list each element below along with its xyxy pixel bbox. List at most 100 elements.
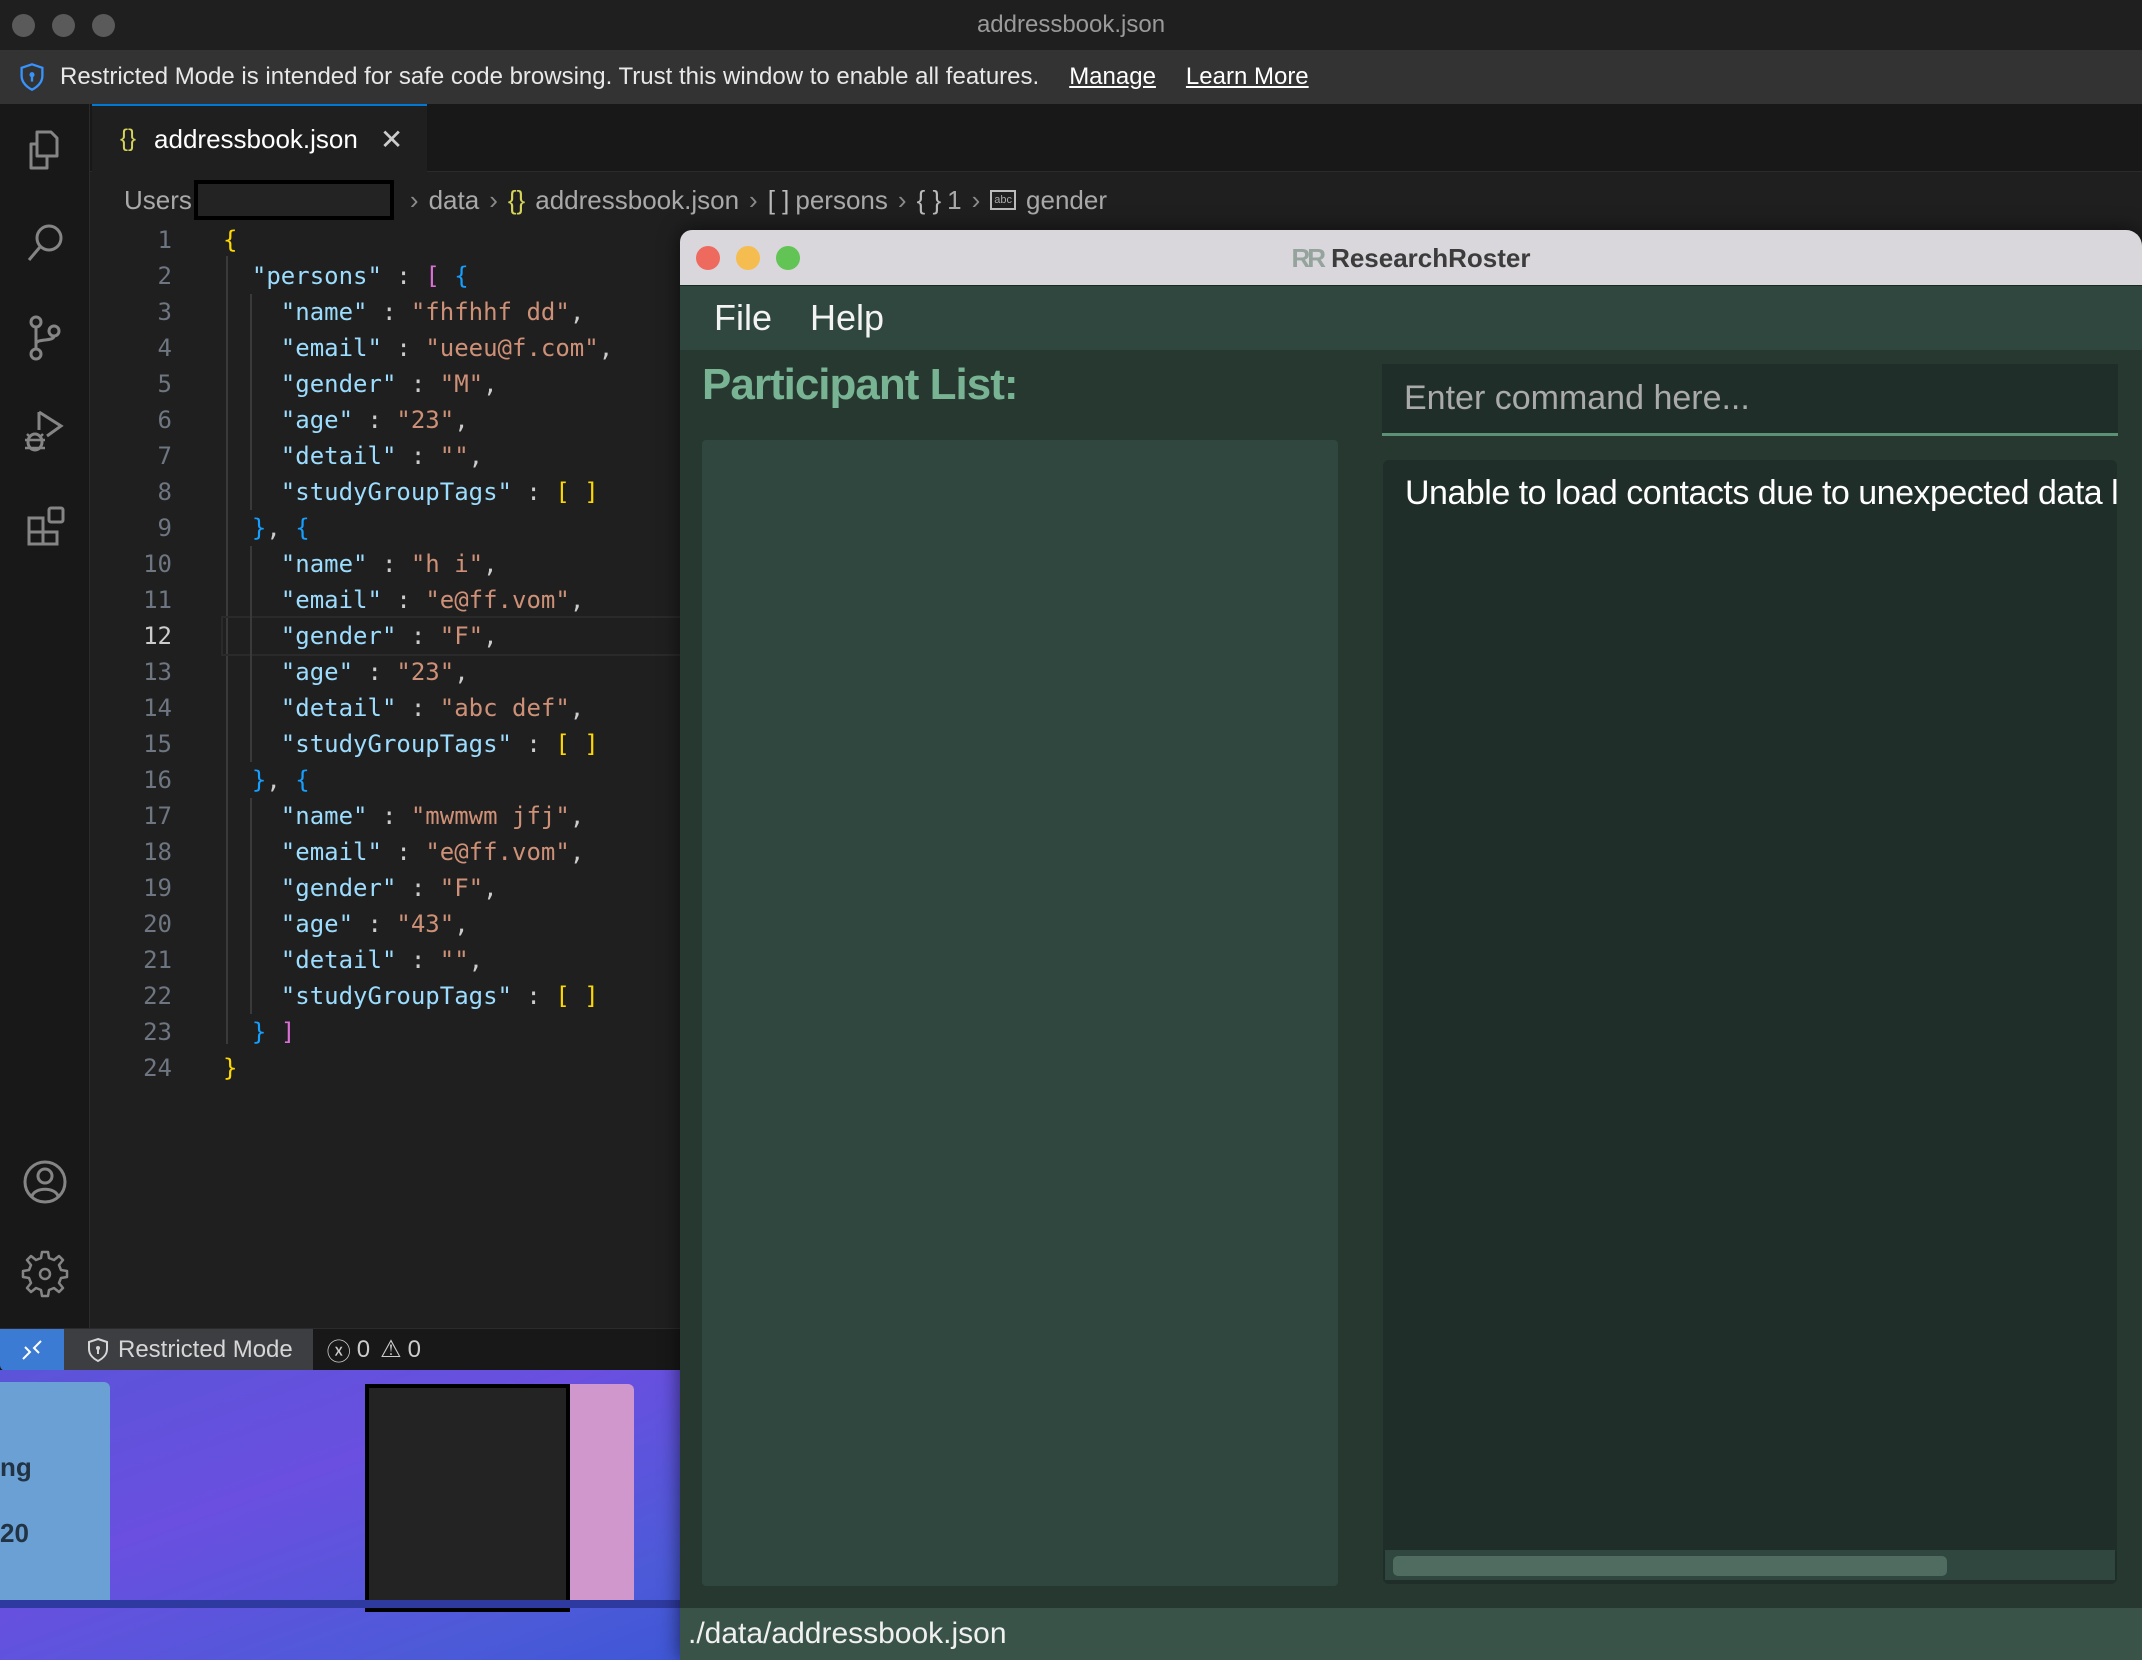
- object-icon: { }: [916, 184, 942, 215]
- run-debug-icon[interactable]: [17, 404, 73, 460]
- array-icon: [ ]: [767, 184, 790, 215]
- researchroster-window: RR ResearchRoster File Help Participant …: [680, 230, 2142, 1660]
- settings-gear-icon[interactable]: [17, 1244, 73, 1300]
- background-text: ng: [0, 1452, 32, 1482]
- line-text: "age" : "23",: [280, 658, 469, 686]
- json-braces-icon: {}: [120, 125, 137, 152]
- line-number: 13: [143, 658, 172, 686]
- line-text: "name" : "fhfhhf dd",: [280, 298, 585, 326]
- line-number: 19: [143, 874, 172, 902]
- error-icon: ⓧ: [326, 1339, 351, 1366]
- horizontal-scrollbar[interactable]: [1385, 1550, 2115, 1580]
- background-text: 20: [0, 1518, 29, 1548]
- line-number: 11: [143, 586, 172, 614]
- app-title: RR ResearchRoster: [680, 230, 2142, 286]
- command-input[interactable]: [1404, 379, 2118, 418]
- window-title: addressbook.json: [976, 11, 1166, 38]
- command-box[interactable]: [1382, 364, 2118, 436]
- line-number: 4: [157, 334, 172, 362]
- line-number: 10: [143, 550, 172, 578]
- warning-count: 0: [407, 1335, 421, 1363]
- source-control-icon[interactable]: [17, 310, 73, 366]
- line-text: }, {: [251, 766, 310, 794]
- indent-guide: [250, 798, 252, 1014]
- breadcrumb: Users › data › {} addressbook.json › [ ]…: [124, 178, 1107, 222]
- line-text: "age" : "23",: [280, 406, 469, 434]
- line-text: "studyGroupTags" : [ ]: [280, 982, 599, 1010]
- warning-icon: ⚠: [380, 1336, 402, 1363]
- search-icon[interactable]: [17, 216, 73, 272]
- json-braces-icon: {}: [507, 184, 526, 215]
- app-status-bar: ./data/addressbook.json: [680, 1608, 2142, 1660]
- manage-link[interactable]: Manage: [1069, 63, 1156, 91]
- line-text: "studyGroupTags" : [ ]: [280, 730, 599, 758]
- chevron-right-icon: ›: [971, 184, 981, 215]
- line-number: 6: [157, 406, 172, 434]
- extensions-icon[interactable]: [17, 498, 73, 554]
- participant-list[interactable]: [702, 440, 1338, 1586]
- line-number: 1: [157, 226, 172, 254]
- app-title-text: ResearchRoster: [1331, 242, 1531, 273]
- line-text: "age" : "43",: [280, 910, 469, 938]
- string-icon: abc: [990, 190, 1017, 210]
- chevron-right-icon: ›: [749, 184, 758, 215]
- result-display[interactable]: Unable to load contacts due to unexpecte…: [1383, 460, 2117, 1584]
- desktop: addressbook.json Restricted Mode is inte…: [0, 0, 2142, 1660]
- line-text: } ]: [251, 1018, 296, 1046]
- tab-addressbook-json[interactable]: {} addressbook.json ✕: [92, 104, 427, 172]
- chevron-right-icon: ›: [409, 184, 419, 215]
- breadcrumb-item-index[interactable]: 1: [947, 185, 961, 216]
- scrollbar-thumb[interactable]: [1393, 1556, 1948, 1576]
- data-file-path: ./data/addressbook.json: [688, 1617, 1007, 1650]
- line-text: "gender" : "F",: [280, 874, 498, 902]
- indent-guide: [250, 294, 252, 510]
- learn-more-link[interactable]: Learn More: [1186, 63, 1309, 91]
- redacted-block: [365, 1384, 570, 1612]
- banner-message: Restricted Mode is intended for safe cod…: [60, 63, 1040, 90]
- result-message: Unable to load contacts due to unexpecte…: [1405, 474, 2117, 512]
- menu-bar: File Help: [680, 286, 2142, 350]
- account-icon[interactable]: [17, 1154, 73, 1210]
- line-number: 18: [143, 838, 172, 866]
- restricted-mode-label: Restricted Mode: [118, 1335, 293, 1363]
- line-number: 3: [157, 298, 172, 326]
- remote-icon[interactable]: [0, 1328, 64, 1371]
- restricted-mode-status[interactable]: Restricted Mode: [64, 1328, 313, 1371]
- close-tab-icon[interactable]: ✕: [380, 123, 403, 156]
- background-window: ng 20: [0, 1382, 110, 1600]
- line-number: 16: [143, 766, 172, 794]
- background-window: [570, 1384, 634, 1600]
- status-bar: Restricted Mode ⓧ 0 ⚠ 0: [0, 1328, 680, 1371]
- line-number: 24: [143, 1054, 172, 1082]
- chevron-right-icon: ›: [489, 184, 498, 215]
- line-number: 5: [157, 370, 172, 398]
- line-text: {: [223, 226, 238, 254]
- menu-help[interactable]: Help: [810, 297, 884, 339]
- tab-label: addressbook.json: [154, 123, 358, 154]
- restricted-mode-banner: Restricted Mode is intended for safe cod…: [0, 50, 2142, 104]
- line-text: "detail" : "abc def",: [280, 694, 585, 722]
- app-titlebar: RR ResearchRoster: [680, 230, 2142, 286]
- breadcrumb-item-users[interactable]: Users: [124, 185, 192, 216]
- menu-file[interactable]: File: [714, 297, 772, 339]
- editor-tabs: {} addressbook.json ✕: [90, 104, 2142, 172]
- line-number: 20: [143, 910, 172, 938]
- breadcrumb-item-data[interactable]: data: [429, 185, 480, 216]
- line-number: 14: [143, 694, 172, 722]
- line-number: 8: [157, 478, 172, 506]
- breadcrumb-item-file[interactable]: addressbook.json: [535, 185, 739, 216]
- line-number: 17: [143, 802, 172, 830]
- explorer-icon[interactable]: [17, 122, 73, 178]
- line-number: 12: [143, 622, 172, 650]
- line-number: 21: [143, 946, 172, 974]
- breadcrumb-item-gender[interactable]: gender: [1026, 185, 1107, 216]
- line-text: "email" : "e@ff.vom",: [280, 838, 585, 866]
- shield-icon: [88, 1337, 108, 1362]
- problems-status[interactable]: ⓧ 0 ⚠ 0: [313, 1332, 421, 1367]
- chevron-right-icon: ›: [897, 184, 907, 215]
- line-text: "email" : "e@ff.vom",: [280, 586, 585, 614]
- desktop-wallpaper: ng 20: [0, 1370, 690, 1660]
- breadcrumb-item-persons[interactable]: persons: [795, 185, 888, 216]
- line-number: 22: [143, 982, 172, 1010]
- line-text: "studyGroupTags" : [ ]: [280, 478, 599, 506]
